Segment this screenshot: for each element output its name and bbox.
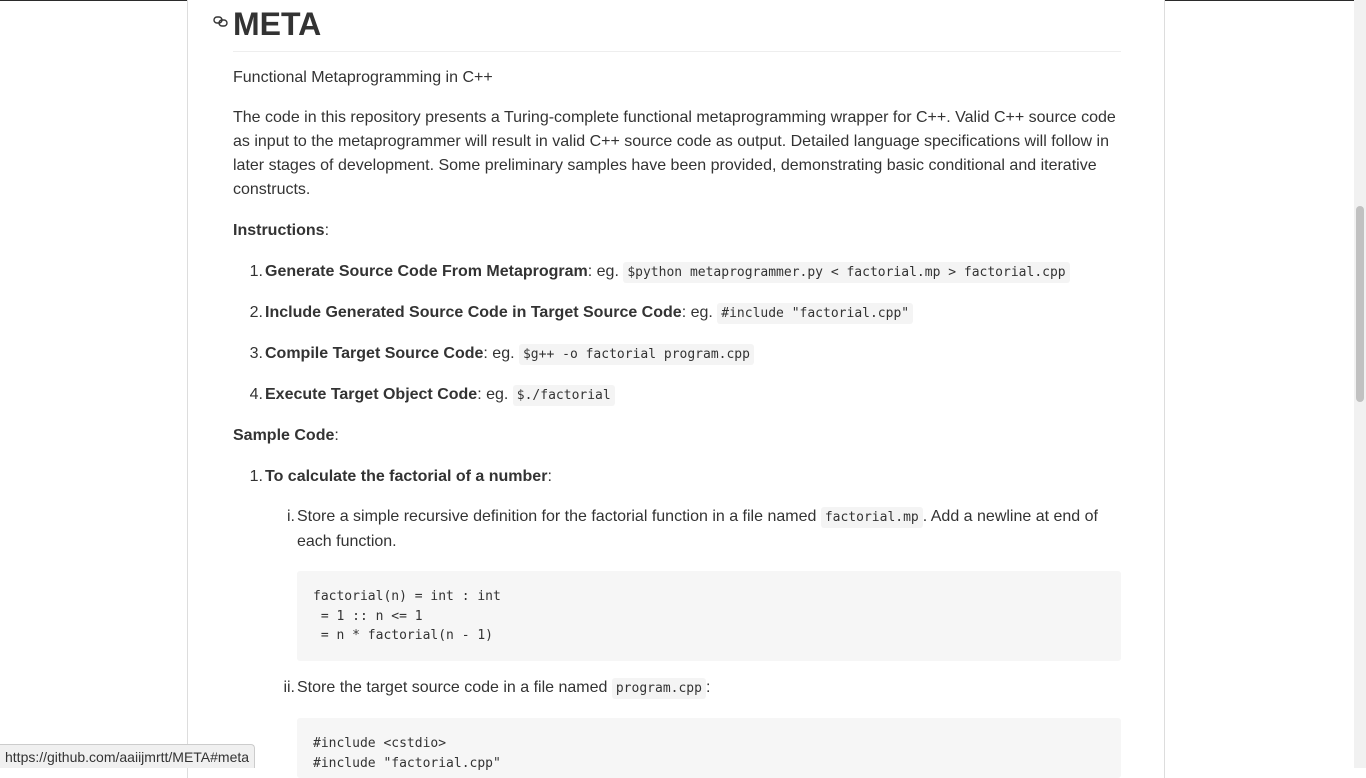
inline-code: program.cpp (611, 678, 706, 699)
step-text: Store a simple recursive definition for … (297, 508, 821, 525)
inline-code: factorial.mp (820, 507, 923, 528)
eg-text: : eg. (477, 386, 513, 403)
list-number: 1. (249, 468, 263, 485)
title-header: META (213, 0, 1121, 52)
instruction-label: Generate Source Code From Metaprogram (265, 263, 588, 280)
colon: : (547, 468, 552, 485)
page-title: META (233, 6, 322, 42)
readme-container: META Functional Metaprogramming in C++ T… (187, 0, 1165, 778)
instruction-item: 4. Execute Target Object Code: eg. $./fa… (250, 383, 615, 408)
instruction-label: Execute Target Object Code (265, 386, 478, 403)
sample-item: 1. To calculate the factorial of a numbe… (250, 465, 552, 489)
step-text: Store the target source code in a file n… (297, 679, 612, 696)
sample-heading-line: Sample Code: (233, 424, 339, 448)
instruction-item: 1. Generate Source Code From Metaprogram… (250, 260, 1070, 285)
list-number: ii. (283, 679, 295, 696)
instruction-item: 3. Compile Target Source Code: eg. $g++ … (250, 342, 754, 367)
readme-content: META Functional Metaprogramming in C++ T… (213, 0, 1121, 778)
subtitle: Functional Metaprogramming in C++ (233, 69, 493, 86)
list-number: 4. (249, 386, 263, 403)
instruction-code: $python metaprogrammer.py < factorial.mp… (623, 262, 1070, 283)
list-number: i. (287, 508, 295, 525)
sample-label: To calculate the factorial of a number (265, 468, 548, 485)
eg-text: : eg. (587, 263, 624, 280)
status-bar-url: https://github.com/aaiijmrtt/META#meta (0, 744, 256, 768)
sample-step: i. Store a simple recursive definition f… (287, 505, 1121, 554)
scrollbar-thumb[interactable] (1356, 206, 1364, 402)
eg-text: : eg. (681, 304, 718, 321)
instruction-code: #include "factorial.cpp" (717, 303, 914, 324)
instruction-code: $./factorial (512, 385, 615, 406)
instruction-label: Compile Target Source Code (265, 345, 484, 362)
step-text: : (705, 679, 711, 696)
code-block: #include <cstdio> #include "factorial.cp… (297, 718, 1121, 778)
sample-heading: Sample Code (233, 427, 335, 444)
instructions-heading-line: Instructions: (233, 219, 329, 243)
colon: : (324, 222, 330, 239)
instruction-label: Include Generated Source Code in Target … (265, 304, 682, 321)
instructions-heading: Instructions (233, 222, 325, 239)
list-number: 3. (249, 345, 263, 362)
colon: : (334, 427, 339, 444)
eg-text: : eg. (483, 345, 519, 362)
sample-step: ii. Store the target source code in a fi… (283, 676, 1121, 701)
description: The code in this repository presents a T… (233, 109, 1116, 198)
link-icon[interactable] (213, 14, 229, 28)
code-block: factorial(n) = int : int = 1 :: n <= 1 =… (297, 571, 1121, 661)
list-number: 1. (249, 263, 263, 280)
vertical-scrollbar[interactable] (1354, 0, 1366, 768)
instruction-code: $g++ -o factorial program.cpp (518, 344, 754, 365)
list-number: 2. (249, 304, 263, 321)
instruction-item: 2. Include Generated Source Code in Targ… (250, 301, 914, 326)
